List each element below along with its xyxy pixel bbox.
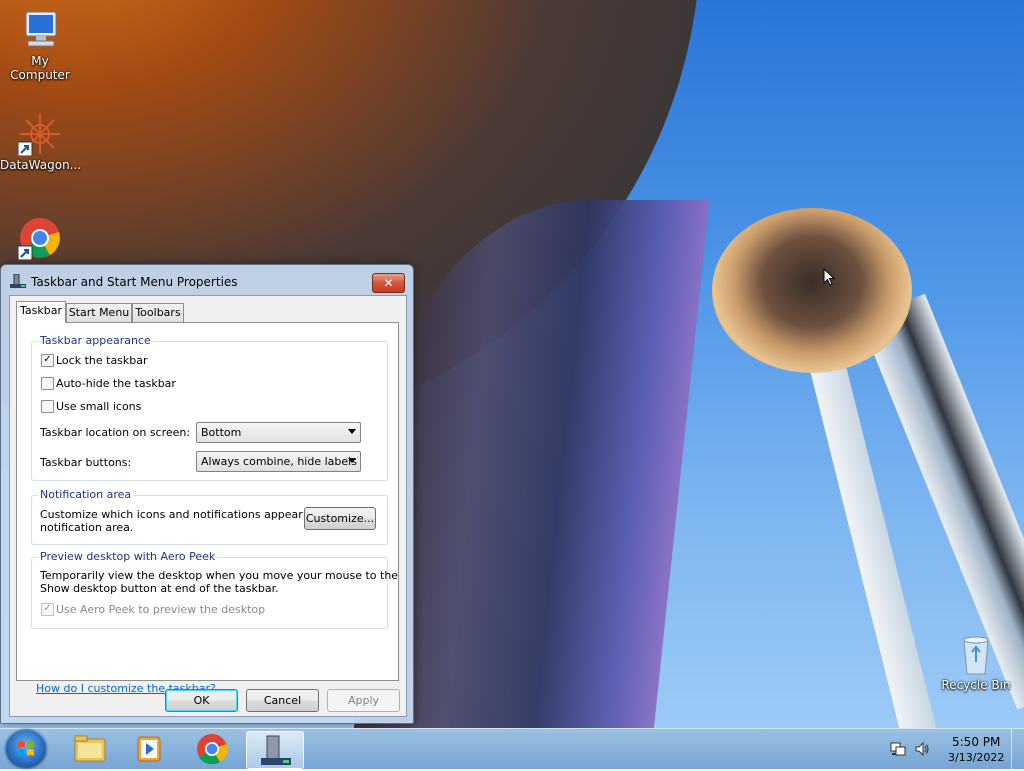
cancel-button[interactable]: Cancel — [246, 689, 319, 712]
lock-taskbar-label[interactable]: Lock the taskbar — [56, 354, 148, 367]
aero-peek-label[interactable]: Use Aero Peek to preview the desktop — [56, 603, 265, 616]
group-title-appearance: Taskbar appearance — [38, 334, 153, 347]
taskbar-properties-icon — [10, 273, 26, 288]
clock-time[interactable]: 5:50 PM — [952, 735, 1000, 749]
desktop-icon-label: Recycle Bin — [941, 678, 1011, 692]
start-button[interactable] — [6, 730, 46, 768]
recycle-bin-icon — [954, 632, 998, 676]
tab-page-taskbar: Taskbar appearance ✓ Lock the taskbar Au… — [16, 322, 399, 695]
taskbar-location-label: Taskbar location on screen: — [40, 426, 191, 439]
taskbar-buttons-value: Always combine, hide labels — [201, 455, 357, 468]
network-icon[interactable] — [890, 741, 906, 757]
tab-taskbar[interactable]: Taskbar — [16, 301, 66, 323]
notification-area-group: Notification area Customize which icons … — [31, 488, 388, 545]
wallpaper-tower-top — [712, 208, 912, 373]
taskbar: 5:50 PM 3/13/2022 — [0, 728, 1024, 769]
taskbar-properties-icon — [261, 735, 291, 765]
aero-peek-checkbox[interactable]: ✓ — [41, 603, 54, 616]
taskbar-properties-dialog[interactable]: Taskbar and Start Menu Properties ✕ Task… — [0, 264, 414, 724]
taskbar-properties-window[interactable] — [246, 731, 304, 769]
computer-icon — [18, 8, 62, 52]
dialog-client-area: Taskbar Start Menu Toolbars Taskbar appe… — [9, 295, 407, 717]
customize-button[interactable]: Customize... — [304, 507, 376, 530]
taskbar-appearance-group: Taskbar appearance ✓ Lock the taskbar Au… — [31, 334, 388, 481]
desktop-icon-datawagon[interactable]: DataWagon... — [0, 112, 82, 172]
dialog-title: Taskbar and Start Menu Properties — [31, 275, 238, 289]
tab-start-menu[interactable]: Start Menu — [66, 303, 132, 322]
chevron-down-icon — [348, 429, 356, 434]
aero-peek-description-line1: Temporarily view the desktop when you mo… — [40, 569, 399, 582]
desktop-icon-chrome[interactable] — [0, 216, 80, 262]
chevron-down-icon — [348, 458, 356, 463]
notification-description-line2: notification area. — [40, 521, 134, 534]
small-icons-checkbox[interactable] — [41, 400, 54, 413]
ok-button[interactable]: OK — [165, 689, 238, 712]
datawagon-icon — [17, 112, 62, 157]
taskbar-location-dropdown[interactable]: Bottom — [196, 422, 361, 443]
windows-logo-icon — [18, 741, 34, 756]
group-title-aero-peek: Preview desktop with Aero Peek — [38, 550, 218, 563]
tab-toolbars[interactable]: Toolbars — [132, 303, 184, 322]
taskbar-buttons-dropdown[interactable]: Always combine, hide labels — [196, 451, 361, 472]
chrome-icon — [197, 734, 228, 765]
clock-date[interactable]: 3/13/2022 — [948, 751, 1004, 764]
apply-button[interactable]: Apply — [327, 689, 400, 712]
dialog-titlebar[interactable]: Taskbar and Start Menu Properties ✕ — [1, 265, 413, 295]
aero-peek-description-line2: Show desktop button at end of the taskba… — [40, 582, 279, 595]
show-desktop-button[interactable] — [1011, 729, 1024, 769]
close-icon: ✕ — [383, 276, 394, 290]
notification-description-line1: Customize which icons and notifications … — [40, 508, 338, 521]
desktop-icon-recycle-bin[interactable]: Recycle Bin — [936, 632, 1016, 692]
group-title-notification: Notification area — [38, 488, 134, 501]
checkmark-icon: ✓ — [43, 603, 52, 614]
taskbar-chrome[interactable] — [184, 731, 240, 767]
chrome-icon — [17, 216, 62, 261]
mouse-cursor-icon — [823, 268, 835, 286]
desktop-icon-label: My Computer — [10, 54, 70, 82]
taskbar-media-player[interactable] — [122, 731, 178, 767]
close-button[interactable]: ✕ — [372, 273, 405, 293]
checkmark-icon: ✓ — [43, 354, 52, 365]
lock-taskbar-checkbox[interactable]: ✓ — [41, 354, 54, 367]
desktop-icon-label: DataWagon... — [0, 158, 82, 172]
volume-icon[interactable] — [914, 741, 930, 757]
desktop-icon-my-computer[interactable]: My Computer — [0, 8, 80, 82]
autohide-taskbar-label[interactable]: Auto-hide the taskbar — [56, 377, 176, 390]
folder-icon — [74, 735, 106, 762]
autohide-taskbar-checkbox[interactable] — [41, 377, 54, 390]
taskbar-buttons-label: Taskbar buttons: — [40, 456, 132, 469]
taskbar-location-value: Bottom — [201, 426, 242, 439]
aero-peek-group: Preview desktop with Aero Peek Temporari… — [31, 550, 398, 629]
media-player-icon — [137, 736, 161, 762]
taskbar-file-explorer[interactable] — [62, 731, 118, 767]
small-icons-label[interactable]: Use small icons — [56, 400, 141, 413]
